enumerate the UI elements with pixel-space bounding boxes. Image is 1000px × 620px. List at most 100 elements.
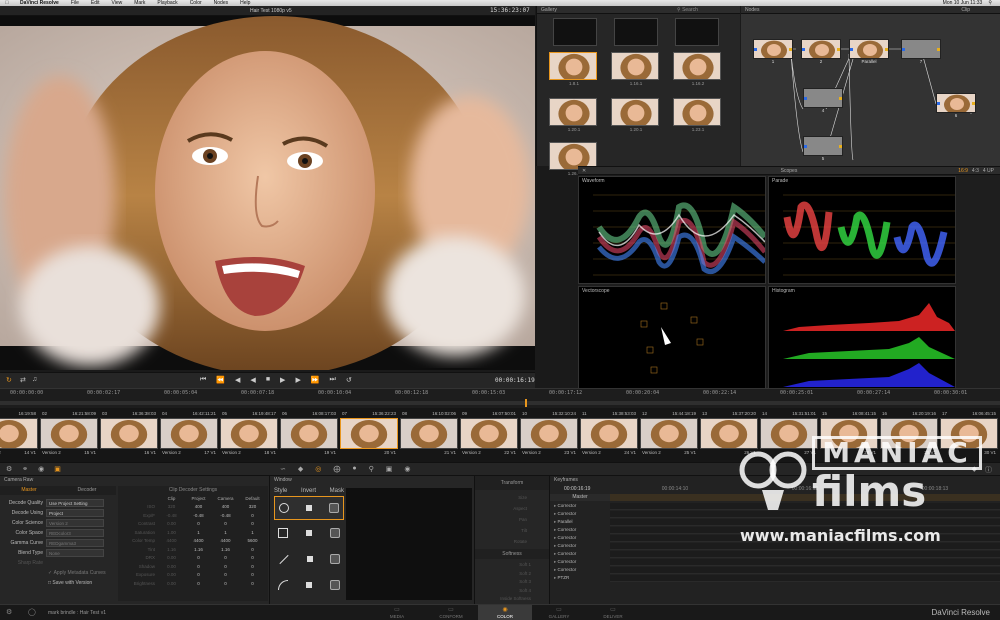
keyframe-track[interactable]: ▸ Corrector xyxy=(550,526,1000,534)
node-input-icon[interactable] xyxy=(802,48,805,51)
keyframe-lane[interactable] xyxy=(610,518,1000,526)
gallery-still[interactable]: 1.8.1 xyxy=(549,52,599,88)
color-node[interactable]: 7 xyxy=(901,39,941,67)
clip-thumbnail[interactable]: 11 15:38:53:03 Version 2 24 V1 xyxy=(580,410,638,458)
curve-tool-icon[interactable]: ∽ xyxy=(280,465,286,473)
decoder-value[interactable]: 0.00 xyxy=(158,520,185,529)
node-editor[interactable]: Nodes Clip 1 2 Parallel 7 4 5 6 xyxy=(741,6,1000,166)
square-window-icon[interactable] xyxy=(278,528,288,538)
transform-field[interactable]: Pan xyxy=(479,514,545,525)
node-thumbnail[interactable] xyxy=(801,39,841,59)
node-input-icon[interactable] xyxy=(902,48,905,51)
settings-icon[interactable]: ⚙ xyxy=(6,608,12,616)
color-node[interactable]: 5 xyxy=(803,136,843,164)
clip-thumbnail[interactable]: 15 16:08:41:15 28 V1 xyxy=(820,410,878,458)
window-curve-row[interactable] xyxy=(274,572,344,598)
decode-using-select[interactable]: Project xyxy=(46,509,104,517)
color-node[interactable]: 1 xyxy=(753,39,793,67)
keyframe-ruler[interactable]: 00:00:14:10 00:00:16:12 00:00:18:13 xyxy=(610,486,1000,494)
window-line-row[interactable] xyxy=(274,546,344,572)
mask-toggle[interactable] xyxy=(330,580,340,590)
color-node[interactable]: 2 xyxy=(801,39,841,67)
gallery-album[interactable] xyxy=(675,18,719,46)
invert-toggle[interactable] xyxy=(307,556,313,562)
clip-image[interactable] xyxy=(100,418,158,449)
go-to-start-icon[interactable]: ⏮ xyxy=(200,376,206,384)
window-tool-icon[interactable]: ◎ xyxy=(315,465,321,473)
color-node[interactable]: 6 xyxy=(936,93,976,121)
page-tab-gallery[interactable]: ▭ GALLERY xyxy=(532,605,586,620)
keyframe-track[interactable]: ▸ Corrector xyxy=(550,510,1000,518)
invert-toggle[interactable] xyxy=(306,505,312,511)
clip-thumbnail[interactable]: 13 15:37:20:20 26 V1 xyxy=(700,410,758,458)
clip-image[interactable] xyxy=(640,418,698,449)
step-forward-icon[interactable]: ▶ xyxy=(295,376,300,384)
mask-toggle[interactable] xyxy=(330,554,340,564)
softness-field[interactable]: Soft 3 xyxy=(479,578,545,587)
timeline-ruler[interactable]: 00:00:00:00 00:00:02:17 00:00:05:04 00:00:0… xyxy=(0,388,1000,408)
viewer-title[interactable]: Hair Test 1080p v5 xyxy=(250,8,292,14)
clip-thumbnail[interactable]: 05 16:19:48:17 Version 2 18 V1 xyxy=(220,410,278,458)
keyframe-lane[interactable] xyxy=(610,550,1000,558)
node-output-icon[interactable] xyxy=(972,102,975,105)
node-output-icon[interactable] xyxy=(839,145,842,148)
window-square-row[interactable] xyxy=(274,520,344,546)
clip-image[interactable] xyxy=(160,418,218,449)
circle-window-icon[interactable] xyxy=(279,503,289,513)
histogram-scope[interactable]: Histogram xyxy=(768,286,956,389)
softness-field[interactable]: Inside Softness xyxy=(479,595,545,604)
clip-thumbnail[interactable]: 12 15:44:18:19 Version 2 25 V1 xyxy=(640,410,698,458)
keyframe-icon[interactable]: ◆ xyxy=(972,465,977,475)
clip-image[interactable] xyxy=(760,418,818,449)
node-input-icon[interactable] xyxy=(754,48,757,51)
gamma-curve-select[interactable]: REDgamma3 xyxy=(46,539,104,547)
gallery-still[interactable]: 1.16.1 xyxy=(611,52,661,88)
clip-image[interactable] xyxy=(880,418,938,449)
vectorscope-scope[interactable]: Vectorscope xyxy=(578,286,766,389)
decoder-value[interactable]: 0.00 xyxy=(158,580,185,589)
transform-field[interactable]: Rotate xyxy=(479,536,545,547)
tab-decoder[interactable]: Decoder xyxy=(58,486,116,495)
keyframe-track[interactable]: ▸ Corrector xyxy=(550,566,1000,574)
tab-master[interactable]: Master xyxy=(0,486,58,495)
fast-forward-icon[interactable]: ⏩ xyxy=(311,376,320,384)
keyframe-track[interactable]: ▸ Parallel xyxy=(550,518,1000,526)
keyframe-lane[interactable] xyxy=(610,502,1000,510)
nodes-mode[interactable]: Clip xyxy=(961,6,970,14)
clip-image[interactable] xyxy=(0,418,38,449)
qualifier-icon[interactable]: ◆ xyxy=(298,465,303,473)
node-output-icon[interactable] xyxy=(885,48,888,51)
clip-image[interactable] xyxy=(700,418,758,449)
invert-toggle[interactable] xyxy=(306,582,312,588)
master-track[interactable] xyxy=(610,494,1000,501)
invert-toggle[interactable] xyxy=(306,530,312,536)
page-tab-deliver[interactable]: ▭ DELIVER xyxy=(586,605,640,620)
clip-image[interactable] xyxy=(220,418,278,449)
node-thumbnail[interactable] xyxy=(803,88,843,108)
window-circle-row[interactable] xyxy=(274,496,344,520)
clip-image[interactable] xyxy=(340,418,398,449)
rewind-icon[interactable]: ⏪ xyxy=(216,376,225,384)
softness-field[interactable]: Soft 4 xyxy=(479,587,545,596)
color-wheels-icon[interactable]: ◉ xyxy=(38,465,44,473)
waveform-scope[interactable]: Waveform xyxy=(578,176,766,284)
key-icon[interactable]: ⚲ xyxy=(369,465,374,473)
color-node[interactable]: 4 xyxy=(803,88,843,116)
camera-icon[interactable]: ▣ xyxy=(54,465,61,473)
scope-layout-16x9[interactable]: 16:9 xyxy=(958,167,968,175)
clip-image[interactable] xyxy=(520,418,578,449)
scope-layout-4up[interactable]: 4 UP xyxy=(983,167,994,175)
clip-thumbnail[interactable]: 07 15:36:22:23 20 V1 xyxy=(340,410,398,458)
node-output-icon[interactable] xyxy=(789,48,792,51)
shuffle-icon[interactable]: ⇄ xyxy=(20,376,26,384)
gallery-album[interactable] xyxy=(553,18,597,46)
go-to-end-icon[interactable]: ⏭ xyxy=(330,376,336,384)
node-output-icon[interactable] xyxy=(839,97,842,100)
play-icon[interactable]: ▶ xyxy=(280,376,285,384)
gallery-still[interactable]: 1.20.1 xyxy=(611,98,661,134)
transform-field[interactable]: Tilt xyxy=(479,525,545,536)
keyframe-track[interactable]: ▸ PTZR xyxy=(550,574,1000,582)
clip-thumbnail[interactable]: 02 16:21:58:09 Version 2 15 V1 xyxy=(40,410,98,458)
decoder-value[interactable]: 1.00 xyxy=(158,529,185,538)
loop-icon[interactable]: ↻ xyxy=(6,376,12,384)
